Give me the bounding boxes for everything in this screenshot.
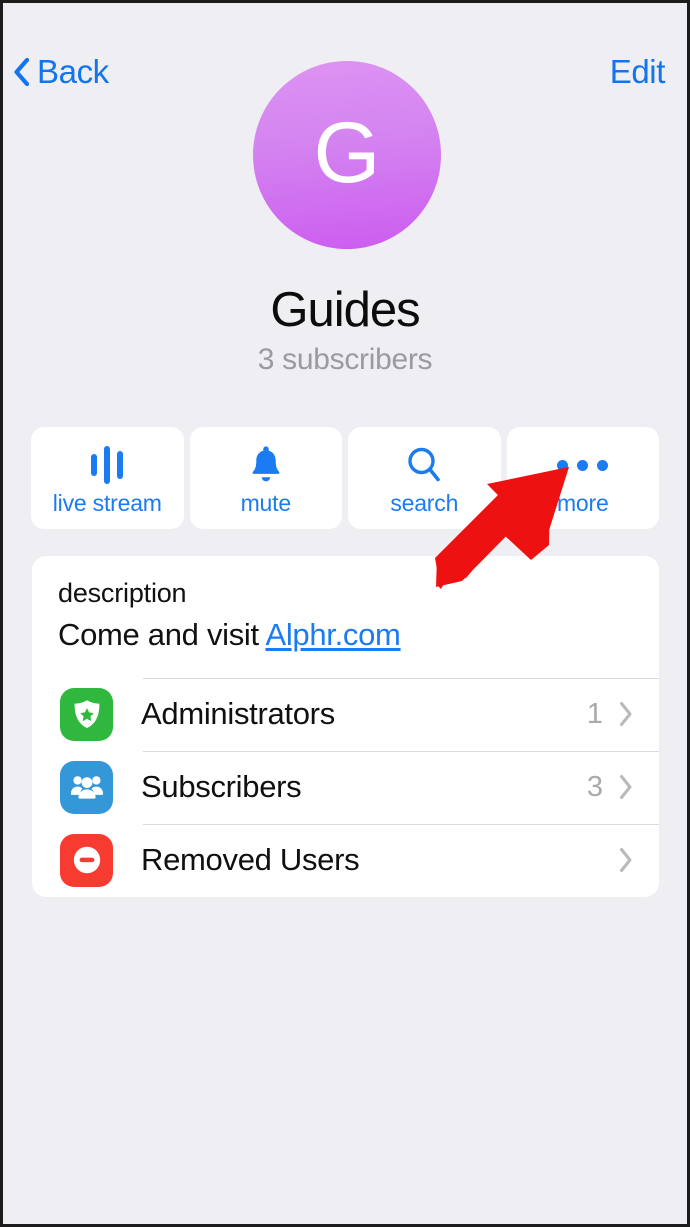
live-stream-icon bbox=[31, 445, 184, 485]
action-button-row: live stream mute search more bbox=[31, 427, 659, 529]
list-item-label-removed-users: Removed Users bbox=[141, 842, 360, 878]
police-badge-icon bbox=[60, 687, 113, 741]
list-item-label-administrators: Administrators bbox=[141, 696, 335, 732]
list-item-count-administrators: 1 bbox=[586, 697, 603, 730]
chevron-right-icon bbox=[620, 702, 632, 727]
action-button-mute[interactable]: mute bbox=[189, 427, 343, 529]
list-item-removed-users[interactable]: Removed Users bbox=[32, 823, 659, 897]
page-title: Guides bbox=[270, 283, 420, 337]
avatar-letter: G bbox=[313, 105, 381, 201]
list-item-subscribers[interactable]: Subscribers 3 bbox=[32, 750, 659, 824]
description-link[interactable]: Alphr.com bbox=[265, 617, 400, 652]
action-button-search[interactable]: search bbox=[348, 427, 501, 529]
settings-row-list: Administrators 1 Subscribers 3 Removed U… bbox=[32, 677, 659, 897]
description-text-prefix: Come and visit bbox=[58, 617, 266, 653]
bell-icon bbox=[190, 445, 343, 485]
chevron-left-icon bbox=[14, 57, 30, 86]
back-button[interactable]: Back bbox=[13, 55, 109, 88]
search-icon bbox=[348, 445, 501, 485]
phone-screen: Back Edit G Guides 3 subscribers live st… bbox=[3, 3, 687, 1224]
list-item-label-subscribers: Subscribers bbox=[141, 769, 302, 805]
group-people-icon bbox=[60, 760, 113, 814]
info-card: description Come and visit Alphr.com Adm… bbox=[32, 556, 659, 897]
back-button-label: Back bbox=[37, 53, 109, 90]
edit-button[interactable]: Edit bbox=[610, 55, 666, 88]
action-button-more[interactable]: more bbox=[506, 427, 660, 529]
chevron-right-icon bbox=[620, 775, 632, 800]
action-label-mute: mute bbox=[240, 490, 292, 516]
subscriber-count-label: 3 subscribers bbox=[257, 343, 433, 376]
description-label: description bbox=[58, 578, 187, 608]
description-text: Come and visit Alphr.com bbox=[58, 615, 633, 655]
block-minus-icon bbox=[60, 833, 113, 887]
description-block: description Come and visit Alphr.com bbox=[32, 556, 659, 678]
action-label-search: search bbox=[390, 490, 459, 516]
chevron-right-icon bbox=[620, 848, 632, 873]
avatar[interactable]: G bbox=[253, 61, 441, 249]
action-label-more: more bbox=[556, 490, 609, 516]
ellipsis-icon bbox=[507, 445, 660, 485]
action-button-live-stream[interactable]: live stream bbox=[31, 427, 184, 529]
list-item-administrators[interactable]: Administrators 1 bbox=[32, 677, 659, 751]
navigation-bar: Back Edit bbox=[3, 3, 687, 88]
list-item-count-subscribers: 3 bbox=[586, 770, 603, 803]
action-label-live-stream: live stream bbox=[52, 490, 162, 516]
